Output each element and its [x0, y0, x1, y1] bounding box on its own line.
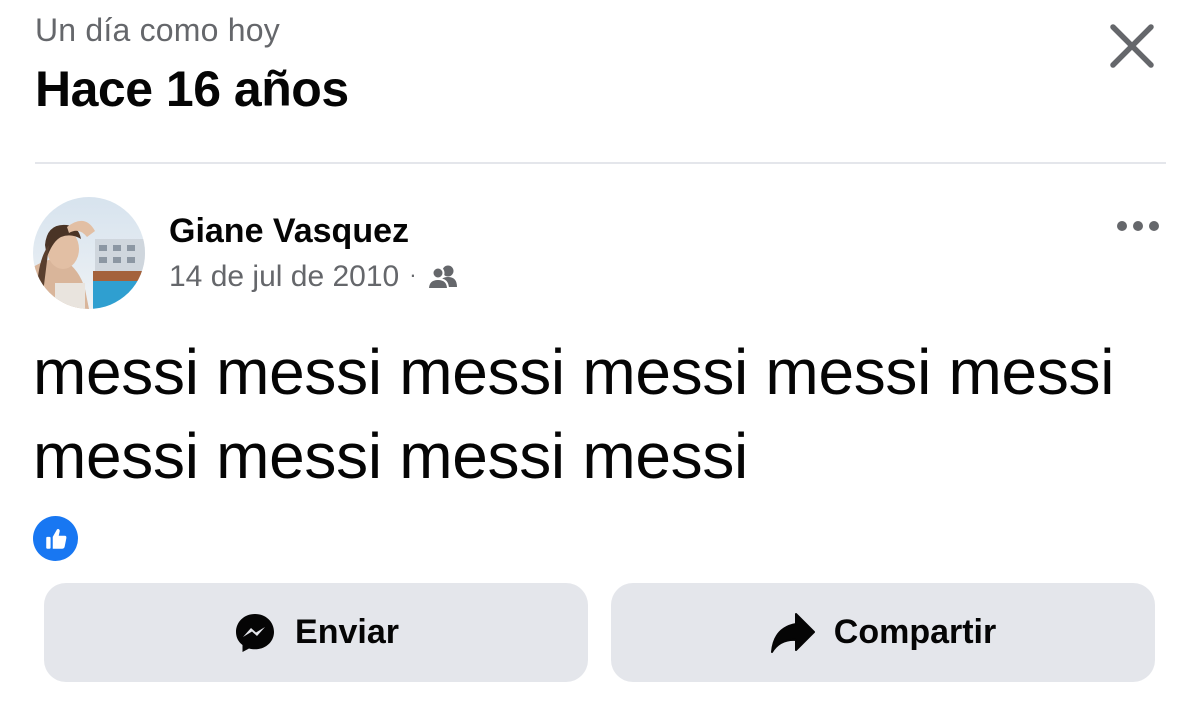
like-reaction[interactable] — [33, 516, 78, 561]
post-date[interactable]: 14 de jul de 2010 — [169, 260, 399, 294]
meta-separator: · — [409, 262, 417, 287]
friends-icon — [426, 265, 457, 290]
send-label: Enviar — [295, 613, 399, 651]
post-text: messi messi messi messi messi messi mess… — [33, 336, 1115, 492]
memories-eyebrow: Un día como hoy — [35, 12, 280, 48]
post-meta: 14 de jul de 2010 · — [169, 260, 459, 294]
share-label: Compartir — [833, 613, 997, 651]
more-horizontal-icon — [1117, 221, 1159, 231]
profile-photo — [33, 197, 145, 309]
avatar[interactable] — [33, 197, 145, 309]
author-name[interactable]: Giane Vasquez — [169, 212, 409, 251]
share-button[interactable]: Compartir — [611, 583, 1155, 682]
like-icon — [45, 528, 66, 549]
memories-dialog: Un día como hoy Hace 16 años Giane Vasqu… — [0, 0, 1200, 726]
send-button[interactable]: Enviar — [44, 583, 588, 682]
share-arrow-icon — [770, 612, 815, 653]
page-title: Hace 16 años — [35, 61, 349, 117]
messenger-icon — [236, 613, 275, 652]
more-options-button[interactable] — [1108, 202, 1168, 250]
close-button[interactable] — [1100, 14, 1164, 78]
header-divider — [35, 162, 1166, 164]
close-icon — [1110, 24, 1154, 68]
